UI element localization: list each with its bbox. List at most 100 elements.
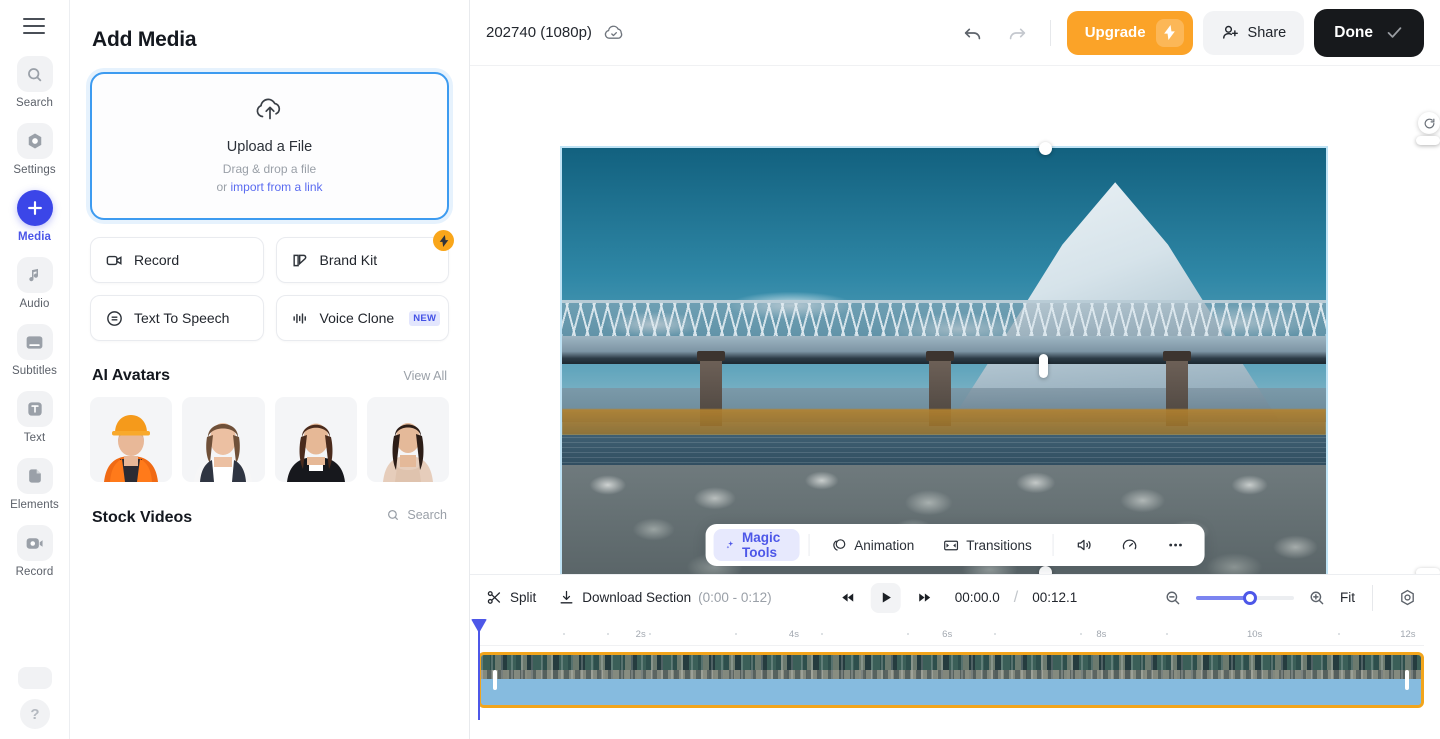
view-all-link[interactable]: View All	[403, 369, 447, 383]
video-preview-frame[interactable]	[560, 146, 1328, 574]
dropzone-drag-text: Drag & drop a file	[222, 162, 317, 177]
quick-action-label: Record	[134, 252, 180, 268]
top-bar-actions: Upgrade Share Done	[956, 8, 1424, 57]
transitions-icon	[943, 540, 958, 550]
sidebar-label: Text	[23, 432, 46, 444]
sidebar-item-settings[interactable]: Settings	[5, 123, 65, 176]
magic-tools-button[interactable]: Magic Tools	[713, 529, 800, 561]
zoom-slider-knob[interactable]	[1242, 590, 1257, 605]
section-title: Stock Videos	[92, 509, 193, 526]
avatar-card[interactable]	[90, 397, 173, 482]
resize-handle-bottom-left[interactable]	[1039, 566, 1052, 574]
resize-handle-bottom[interactable]	[1416, 568, 1440, 574]
sidebar-item-subtitles[interactable]: Subtitles	[5, 324, 65, 377]
timeline-settings-button[interactable]	[1390, 581, 1424, 615]
skip-forward-button[interactable]	[909, 583, 939, 613]
more-horizontal-icon	[1169, 543, 1182, 547]
toolbar-divider	[1049, 19, 1051, 46]
table-row[interactable]	[478, 652, 1424, 708]
animation-button[interactable]: Animation	[818, 529, 926, 561]
voice-clone-button[interactable]: Voice Clone NEW	[275, 295, 449, 341]
left-nav-rail: Search Settings Media Audio Subtitles Te…	[0, 0, 70, 739]
playhead[interactable]	[471, 619, 487, 720]
sidebar-item-search[interactable]: Search	[5, 56, 65, 109]
sidebar-label: Elements	[10, 499, 59, 511]
skip-back-button[interactable]	[833, 583, 863, 613]
text-to-speech-button[interactable]: Text To Speech	[90, 295, 264, 341]
sidebar-label: Search	[15, 97, 54, 109]
share-label: Share	[1247, 24, 1287, 41]
import-from-link[interactable]: import from a link	[230, 180, 322, 194]
upgrade-label: Upgrade	[1084, 24, 1146, 41]
upgrade-button[interactable]: Upgrade	[1066, 10, 1193, 55]
sidebar-item-text[interactable]: Text	[5, 391, 65, 444]
clip-float-toolbar: Magic Tools Animation Transitions	[705, 524, 1205, 566]
project-name[interactable]: 202740 (1080p)	[486, 24, 592, 41]
fit-button[interactable]: Fit	[1340, 590, 1355, 605]
download-label: Download Section	[582, 590, 692, 605]
download-section-button[interactable]: Download Section (0:00 - 0:12)	[558, 589, 772, 606]
playhead-handle[interactable]	[471, 619, 487, 633]
play-icon	[882, 592, 891, 603]
record-button[interactable]: Record	[90, 237, 264, 283]
cloud-upload-icon	[253, 96, 287, 129]
sidebar-item-audio[interactable]: Audio	[5, 257, 65, 310]
ruler-tick-label: 4s	[788, 629, 799, 640]
hamburger-icon[interactable]	[22, 18, 47, 34]
resize-handle-top-left[interactable]	[1039, 142, 1052, 155]
animation-icon	[832, 538, 846, 551]
avatar-card[interactable]	[274, 397, 357, 482]
music-note-icon	[16, 257, 53, 293]
sidebar-item-elements[interactable]: Elements	[5, 458, 65, 511]
speed-button[interactable]	[1108, 529, 1150, 561]
new-badge: NEW	[409, 310, 441, 326]
elements-icon	[16, 458, 53, 494]
zoom-out-button[interactable]	[1161, 586, 1185, 610]
resize-handle-left[interactable]	[1039, 354, 1048, 378]
split-button[interactable]: Split	[486, 589, 536, 606]
video-camera-icon	[106, 255, 122, 265]
ruler-tick-label: 6s	[942, 629, 953, 640]
rotate-handle[interactable]	[1418, 112, 1440, 134]
download-icon	[560, 590, 573, 604]
help-icon[interactable]: ?	[20, 699, 50, 729]
avatar-card[interactable]	[182, 397, 265, 482]
zoom-slider[interactable]	[1196, 590, 1294, 605]
brand-kit-button[interactable]: Brand Kit	[275, 230, 454, 283]
zoom-in-button[interactable]	[1305, 586, 1329, 610]
waveform-icon	[292, 312, 306, 324]
resize-handle-top[interactable]	[1416, 136, 1440, 145]
play-button[interactable]	[870, 582, 901, 613]
avatar-card[interactable]	[366, 397, 449, 482]
clip-trim-handle-right[interactable]	[1405, 670, 1409, 690]
clip-body	[481, 679, 1421, 705]
share-button[interactable]: Share	[1202, 10, 1305, 55]
cloud-saved-icon	[604, 25, 624, 41]
redo-button[interactable]	[1000, 16, 1034, 50]
brunette-professional-avatar	[286, 423, 345, 482]
toolbar-label: Animation	[854, 537, 915, 553]
sidebar-item-record[interactable]: Record	[5, 525, 65, 578]
clip-trim-handle-left[interactable]	[493, 670, 497, 690]
speaker-icon	[1077, 539, 1091, 551]
quick-action-label: Text To Speech	[134, 310, 230, 326]
quick-actions-grid: Record Brand Kit Text To Speech Voice Cl…	[90, 230, 454, 341]
undo-button[interactable]	[956, 16, 990, 50]
plus-icon	[16, 190, 53, 226]
sidebar-label: Subtitles	[11, 365, 57, 377]
volume-button[interactable]	[1062, 529, 1104, 561]
done-button[interactable]: Done	[1314, 8, 1424, 57]
scissors-icon	[487, 591, 501, 604]
upload-dropzone[interactable]: Upload a File Drag & drop a file or impo…	[90, 72, 449, 220]
pro-bolt-badge	[433, 230, 454, 251]
transitions-button[interactable]: Transitions	[930, 529, 1044, 561]
timeline-ruler[interactable]: 2s 4s 6s 8s 10s 12s	[471, 619, 1424, 720]
more-options-button[interactable]	[1154, 529, 1196, 561]
sparkles-icon	[726, 541, 734, 549]
sidebar-item-media[interactable]: Media	[5, 190, 65, 243]
stock-search-button[interactable]: Search	[386, 508, 447, 522]
add-media-panel: Add Media Upload a File Drag & drop a fi…	[70, 0, 470, 739]
gear-icon	[16, 123, 53, 159]
total-time: 00:12.1	[1032, 590, 1078, 605]
collapsed-item-placeholder[interactable]	[18, 667, 52, 689]
